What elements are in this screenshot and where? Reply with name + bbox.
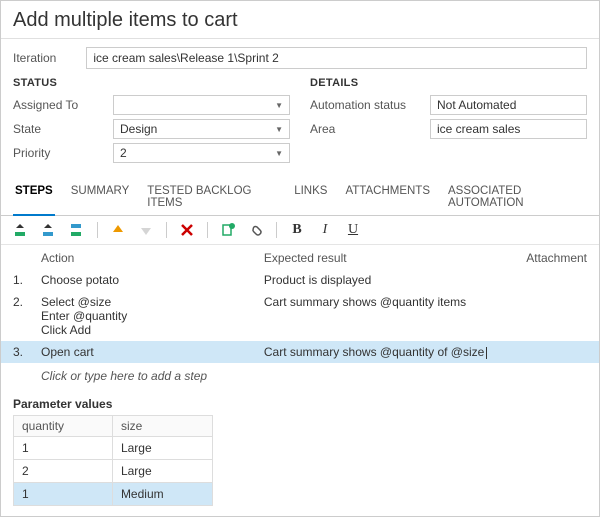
attachment-icon[interactable] (248, 222, 264, 238)
automation-status-label: Automation status (310, 98, 420, 112)
area-label: Area (310, 122, 420, 136)
step-number: 1. (13, 273, 41, 287)
page-title[interactable]: Add multiple items to cart (1, 1, 599, 39)
insert-step-icon[interactable] (13, 222, 29, 238)
status-section: STATUS Assigned To ▼ State Design ▼ Prio… (13, 77, 290, 167)
step-expected-cell[interactable]: Product is displayed (264, 273, 507, 287)
create-shared-steps-icon[interactable] (69, 222, 85, 238)
steps-toolbar: B I U (1, 216, 599, 245)
tab-attachments[interactable]: ATTACHMENTS (343, 181, 432, 215)
param-row[interactable]: 2Large (14, 460, 213, 483)
parameter-values-title: Parameter values (1, 393, 599, 415)
step-expected-cell[interactable]: Cart summary shows @quantity items (264, 295, 507, 309)
steps-grid-body: 1.Choose potatoProduct is displayed2.Sel… (1, 269, 599, 363)
add-step-hint[interactable]: Click or type here to add a step (1, 363, 599, 393)
tab-tested-backlog-items[interactable]: TESTED BACKLOG ITEMS (145, 181, 278, 215)
priority-label: Priority (13, 146, 103, 160)
tab-bar: STEPS SUMMARY TESTED BACKLOG ITEMS LINKS ATT… (1, 175, 599, 216)
step-row[interactable]: 2.Select @size Enter @quantity Click Add… (1, 291, 599, 341)
iteration-row: Iteration ice cream sales\Release 1\Spri… (1, 39, 599, 77)
chevron-down-icon: ▼ (275, 101, 283, 110)
automation-status-dropdown[interactable]: Not Automated (430, 95, 587, 115)
chevron-down-icon: ▼ (275, 149, 283, 158)
move-up-icon[interactable] (110, 222, 126, 238)
col-attachment-header: Attachment (507, 251, 587, 265)
area-value: ice cream sales (437, 122, 520, 136)
state-dropdown[interactable]: Design ▼ (113, 119, 290, 139)
param-column-header: quantity (14, 416, 113, 437)
step-action-cell[interactable]: Select @size Enter @quantity Click Add (41, 295, 264, 337)
param-cell[interactable]: Large (112, 460, 212, 483)
col-action-header: Action (41, 251, 264, 265)
status-header: STATUS (13, 77, 290, 89)
state-label: State (13, 122, 103, 136)
step-number: 3. (13, 345, 41, 359)
separator (97, 222, 98, 238)
separator (276, 222, 277, 238)
area-dropdown[interactable]: ice cream sales (430, 119, 587, 139)
priority-dropdown[interactable]: 2 ▼ (113, 143, 290, 163)
param-cell[interactable]: 1 (14, 437, 113, 460)
param-row[interactable]: 1Medium (14, 483, 213, 506)
automation-status-value: Not Automated (437, 98, 516, 112)
iteration-input[interactable]: ice cream sales\Release 1\Sprint 2 (86, 47, 587, 69)
priority-value: 2 (120, 146, 127, 160)
param-cell[interactable]: Medium (112, 483, 212, 506)
chevron-down-icon: ▼ (275, 125, 283, 134)
tab-associated-automation[interactable]: ASSOCIATED AUTOMATION (446, 181, 587, 215)
insert-parameter-icon[interactable] (220, 222, 236, 238)
param-column-header: size (112, 416, 212, 437)
param-cell[interactable]: 2 (14, 460, 113, 483)
delete-icon[interactable] (179, 222, 195, 238)
param-cell[interactable]: Large (112, 437, 212, 460)
step-number: 2. (13, 295, 41, 309)
tab-steps[interactable]: STEPS (13, 181, 55, 216)
work-item-form: Add multiple items to cart Iteration ice… (0, 0, 600, 517)
param-row[interactable]: 1Large (14, 437, 213, 460)
step-row[interactable]: 1.Choose potatoProduct is displayed (1, 269, 599, 291)
step-expected-cell[interactable]: Cart summary shows @quantity of @size (264, 345, 507, 359)
param-cell[interactable]: 1 (14, 483, 113, 506)
step-action-cell[interactable]: Open cart (41, 345, 264, 359)
move-down-icon[interactable] (138, 222, 154, 238)
assigned-to-label: Assigned To (13, 98, 103, 112)
separator (207, 222, 208, 238)
parameter-values-table: quantitysize 1Large2Large1Medium (13, 415, 213, 506)
col-expected-header: Expected result (264, 251, 507, 265)
bold-button[interactable]: B (289, 222, 305, 238)
steps-grid-header: Action Expected result Attachment (1, 245, 599, 269)
tab-links[interactable]: LINKS (292, 181, 329, 215)
underline-button[interactable]: U (345, 222, 361, 238)
separator (166, 222, 167, 238)
details-section: DETAILS Automation status Not Automated … (310, 77, 587, 167)
step-row[interactable]: 3.Open cartCart summary shows @quantity … (1, 341, 599, 363)
tab-summary[interactable]: SUMMARY (69, 181, 132, 215)
assigned-to-dropdown[interactable]: ▼ (113, 95, 290, 115)
insert-shared-step-icon[interactable] (41, 222, 57, 238)
state-value: Design (120, 122, 157, 136)
iteration-label: Iteration (13, 51, 56, 65)
step-action-cell[interactable]: Choose potato (41, 273, 264, 287)
details-header: DETAILS (310, 77, 587, 89)
italic-button[interactable]: I (317, 222, 333, 238)
